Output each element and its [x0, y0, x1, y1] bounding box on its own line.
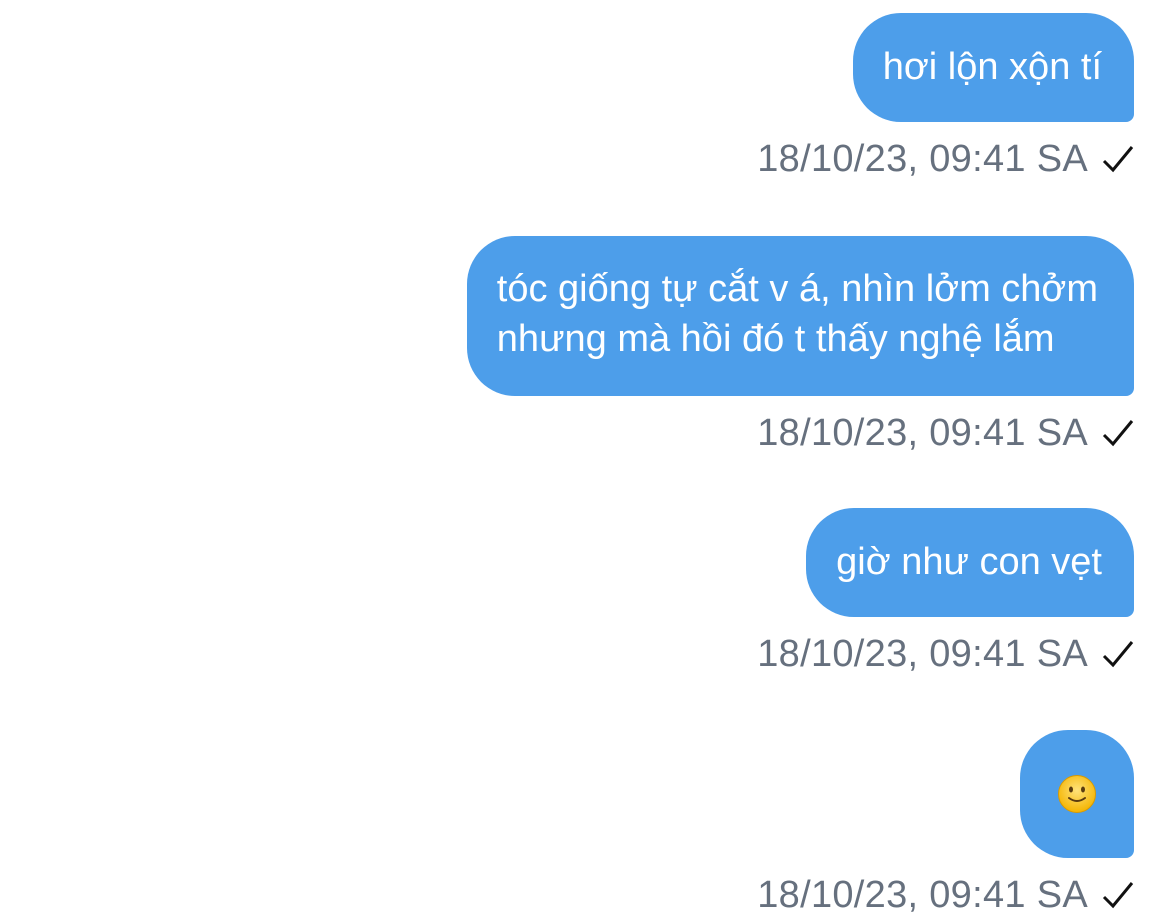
message-bubble[interactable] — [1020, 730, 1134, 858]
message-text-line: nhưng mà hồi đó t thấy nghệ lắm — [496, 318, 1055, 360]
message-meta: 18/10/23, 09:41 SA — [757, 410, 1134, 456]
message-meta: 18/10/23, 09:41 SA — [757, 136, 1134, 182]
message-thread: hơi lộn xộn tí 18/10/23, 09:41 SA tóc gi… — [0, 0, 1170, 924]
message-2: tóc giống tự cắt v á, nhìn lởm chởm nhưn… — [466, 236, 1134, 456]
check-icon — [1102, 146, 1134, 173]
message-text: giờ như con vẹt — [836, 541, 1102, 583]
check-icon — [1102, 420, 1134, 447]
check-icon — [1102, 641, 1134, 668]
timestamp: 18/10/23, 09:41 SA — [757, 412, 1088, 454]
message-1: hơi lộn xộn tí 18/10/23, 09:41 SA — [757, 13, 1134, 182]
timestamp: 18/10/23, 09:41 SA — [757, 138, 1088, 180]
message-text: hơi lộn xộn tí — [882, 46, 1102, 88]
message-3: giờ như con vẹt 18/10/23, 09:41 SA — [757, 508, 1134, 677]
message-bubble[interactable]: tóc giống tự cắt v á, nhìn lởm chởm nhưn… — [466, 236, 1134, 396]
timestamp: 18/10/23, 09:41 SA — [757, 633, 1088, 675]
message-text-line: tóc giống tự cắt v á, nhìn lởm chởm — [496, 268, 1098, 310]
message-bubble[interactable]: giờ như con vẹt — [806, 508, 1134, 617]
check-icon — [1102, 882, 1134, 909]
message-meta: 18/10/23, 09:41 SA — [757, 872, 1134, 918]
message-bubble[interactable]: hơi lộn xộn tí — [852, 13, 1134, 122]
message-4: 18/10/23, 09:41 SA — [757, 730, 1134, 918]
message-meta: 18/10/23, 09:41 SA — [757, 631, 1134, 677]
timestamp: 18/10/23, 09:41 SA — [757, 874, 1088, 916]
slightly-smiling-face-emoji — [1058, 775, 1096, 813]
